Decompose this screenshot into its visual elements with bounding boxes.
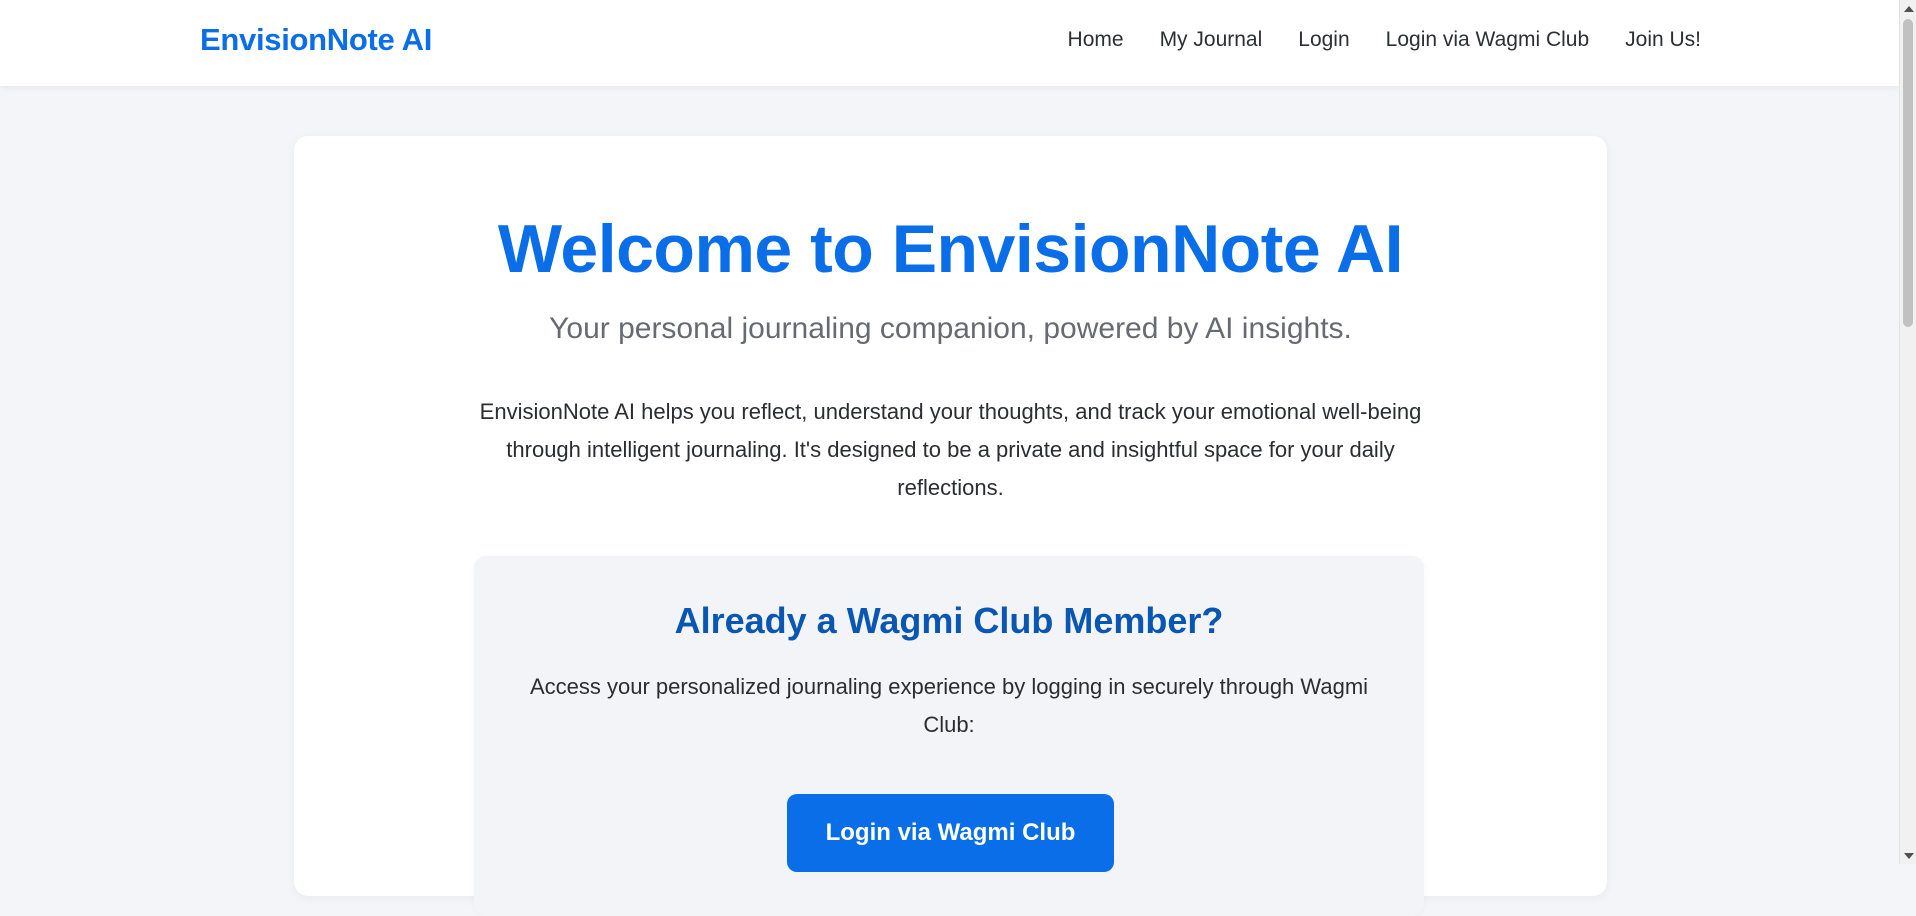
member-section-text: Access your personalized journaling expe… bbox=[529, 674, 1369, 737]
top-navbar: EnvisionNote AI Home My Journal Login Lo… bbox=[0, 0, 1899, 86]
member-section-title: Already a Wagmi Club Member? bbox=[674, 600, 1224, 641]
page-scrollbar[interactable] bbox=[1899, 0, 1916, 864]
nav-link-home[interactable]: Home bbox=[1068, 28, 1124, 52]
nav-link-join-us[interactable]: Join Us! bbox=[1625, 28, 1701, 52]
login-wagmi-button[interactable]: Login via Wagmi Club bbox=[787, 794, 1114, 872]
wagmi-member-section: Already a Wagmi Club Member? Access your… bbox=[474, 556, 1424, 916]
brand-logo-link[interactable]: EnvisionNote AI bbox=[200, 22, 432, 58]
nav-link-my-journal[interactable]: My Journal bbox=[1160, 28, 1263, 52]
page-title: Welcome to EnvisionNote AI bbox=[497, 211, 1404, 287]
nav-link-login[interactable]: Login bbox=[1298, 28, 1349, 52]
scrollbar-thumb[interactable] bbox=[1903, 19, 1913, 327]
scroll-down-arrow-icon[interactable] bbox=[1900, 847, 1916, 864]
intro-description: EnvisionNote AI helps you reflect, under… bbox=[479, 399, 1422, 500]
nav-link-login-wagmi[interactable]: Login via Wagmi Club bbox=[1386, 28, 1589, 52]
scroll-up-arrow-icon[interactable] bbox=[1900, 0, 1916, 17]
welcome-card: Welcome to EnvisionNote AI Your personal… bbox=[294, 136, 1607, 916]
main-nav: Home My Journal Login Login via Wagmi Cl… bbox=[1068, 28, 1701, 52]
page-subtitle: Your personal journaling companion, powe… bbox=[549, 312, 1352, 345]
